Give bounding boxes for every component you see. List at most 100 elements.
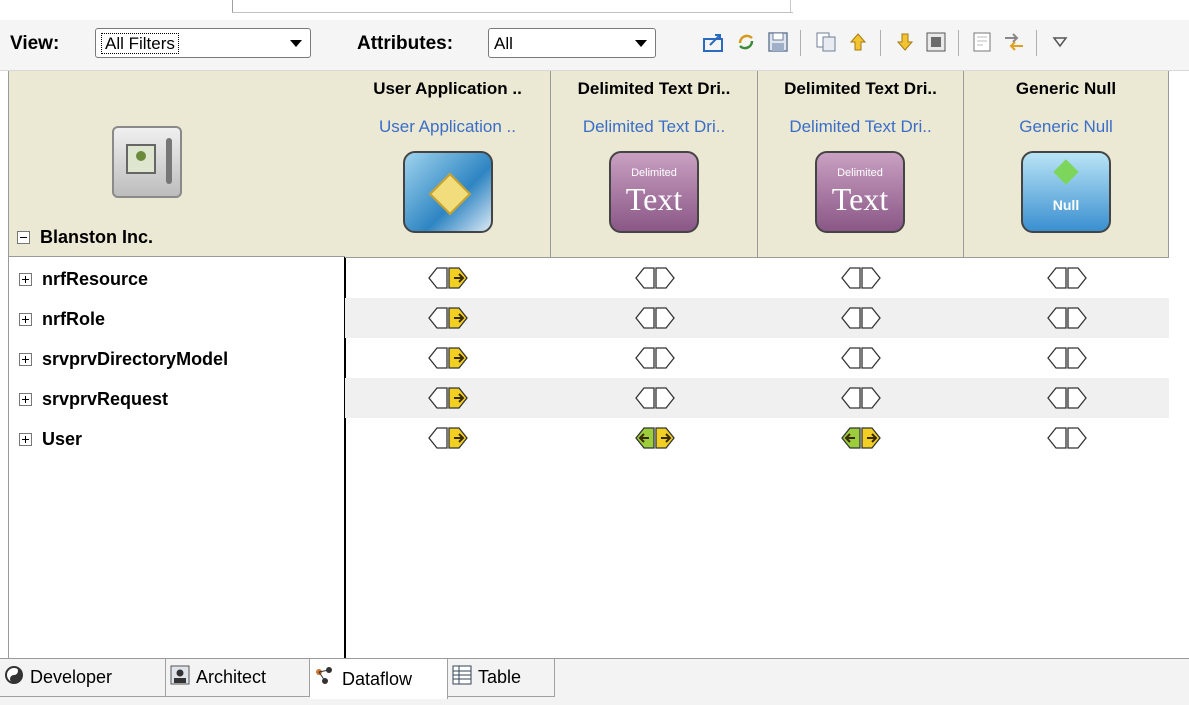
publisher-arrow-icon[interactable] [1067,386,1087,410]
tree-item-nrfresource[interactable]: nrfResource [19,259,339,299]
dataflow-cell [418,338,478,378]
expand-icon[interactable] [19,272,32,286]
subscriber-arrow-icon[interactable] [428,346,448,370]
tree-item-label: User [42,428,83,449]
driver-title: Delimited Text Dri.. [577,79,731,98]
subscriber-arrow-icon[interactable] [428,306,448,330]
dataflow-cell [831,338,891,378]
subscriber-arrow-active-icon[interactable] [841,426,861,450]
publisher-arrow-icon[interactable] [861,346,881,370]
grid-row [345,298,1169,338]
driver-subtitle-link[interactable]: User Application .. [345,117,550,137]
expand-icon[interactable] [19,432,32,446]
tab-label: Table [478,667,522,687]
driver-subtitle-link[interactable]: Delimited Text Dri.. [758,117,963,137]
tab-dataflow[interactable]: Dataflow [310,659,448,699]
tab-developer[interactable]: Developer [0,659,166,697]
view-filter-select[interactable]: All Filters [95,28,311,58]
chevron-down-icon[interactable] [635,40,647,47]
publisher-arrow-active-icon[interactable] [448,346,468,370]
copy-icon[interactable] [812,27,840,57]
driver-subtitle-link[interactable]: Delimited Text Dri.. [551,117,757,137]
view-filter-value: All Filters [101,33,179,54]
dataflow-cell [831,378,891,418]
driver-column-header[interactable]: User Application .. User Application .. [345,71,551,257]
tree-item-nrfrole[interactable]: nrfRole [19,299,339,339]
publisher-arrow-icon[interactable] [655,386,675,410]
subscriber-arrow-icon[interactable] [635,346,655,370]
top-strip [0,0,1189,20]
delimited-text-driver-icon[interactable]: Delimited Text [815,151,905,233]
refresh-icon[interactable] [732,27,760,57]
publisher-arrow-active-icon[interactable] [448,426,468,450]
tree-item-srvprvrequest[interactable]: srvprvRequest [19,379,339,419]
subscriber-arrow-icon[interactable] [841,266,861,290]
generic-null-driver-icon[interactable]: Null [1021,151,1111,233]
attributes-select[interactable]: All [488,28,656,58]
dataflow-grid [345,258,1169,478]
publisher-arrow-active-icon[interactable] [448,266,468,290]
dropdown-menu-icon[interactable] [1046,27,1074,57]
subscriber-arrow-icon[interactable] [428,426,448,450]
export-icon[interactable] [700,27,728,57]
subscriber-arrow-icon[interactable] [428,386,448,410]
publisher-arrow-icon[interactable] [655,266,675,290]
subscriber-arrow-active-icon[interactable] [635,426,655,450]
save-icon[interactable] [764,27,792,57]
move-down-icon[interactable] [891,27,919,57]
properties-icon[interactable] [922,27,950,57]
publisher-arrow-icon[interactable] [861,266,881,290]
dataflow-cell [1037,418,1097,458]
publisher-arrow-active-icon[interactable] [448,306,468,330]
flow-icon[interactable] [1000,27,1028,57]
publisher-arrow-icon[interactable] [1067,426,1087,450]
subscriber-arrow-icon[interactable] [635,306,655,330]
tree-item-srvprvdirectorymodel[interactable]: srvprvDirectoryModel [19,339,339,379]
subscriber-arrow-icon[interactable] [1047,346,1067,370]
publisher-arrow-icon[interactable] [1067,346,1087,370]
publisher-arrow-icon[interactable] [1067,266,1087,290]
dataflow-cell [418,378,478,418]
subscriber-arrow-icon[interactable] [635,386,655,410]
subscriber-arrow-icon[interactable] [1047,426,1067,450]
chevron-down-icon[interactable] [290,40,302,47]
publisher-arrow-active-icon[interactable] [861,426,881,450]
expand-icon[interactable] [19,392,32,406]
publisher-arrow-icon[interactable] [655,306,675,330]
tab-table[interactable]: Table [448,659,555,697]
toolbar-separator [880,30,881,56]
tree-item-user[interactable]: User [19,419,339,459]
expand-icon[interactable] [19,312,32,326]
root-node[interactable]: Blanston Inc. [17,227,153,248]
subscriber-arrow-icon[interactable] [841,386,861,410]
subscriber-arrow-icon[interactable] [841,306,861,330]
subscriber-arrow-icon[interactable] [1047,386,1067,410]
publisher-arrow-icon[interactable] [655,346,675,370]
driver-column-header[interactable]: Delimited Text Dri.. Delimited Text Dri.… [551,71,758,257]
dataflow-cell [418,298,478,338]
driver-subtitle-link[interactable]: Generic Null [964,117,1168,137]
editor-tab-edge [232,0,793,13]
driver-column-header[interactable]: Delimited Text Dri.. Delimited Text Dri.… [758,71,964,257]
developer-icon [4,665,24,691]
collapse-icon[interactable] [17,231,30,244]
delimited-text-driver-icon[interactable]: Delimited Text [609,151,699,233]
publisher-arrow-icon[interactable] [1067,306,1087,330]
user-application-driver-icon[interactable] [403,151,493,233]
publisher-arrow-active-icon[interactable] [655,426,675,450]
publisher-arrow-icon[interactable] [861,386,881,410]
expand-icon[interactable] [19,352,32,366]
new-doc-icon[interactable] [968,27,996,57]
publisher-arrow-icon[interactable] [861,306,881,330]
move-up-icon[interactable] [844,27,872,57]
subscriber-arrow-icon[interactable] [428,266,448,290]
tab-architect[interactable]: Architect [166,659,310,697]
driver-title: User Application .. [373,79,522,98]
publisher-arrow-active-icon[interactable] [448,386,468,410]
subscriber-arrow-icon[interactable] [841,346,861,370]
subscriber-arrow-icon[interactable] [635,266,655,290]
driver-column-header[interactable]: Generic Null Generic Null Null [964,71,1169,257]
subscriber-arrow-icon[interactable] [1047,306,1067,330]
subscriber-arrow-icon[interactable] [1047,266,1067,290]
table-icon [452,665,472,691]
